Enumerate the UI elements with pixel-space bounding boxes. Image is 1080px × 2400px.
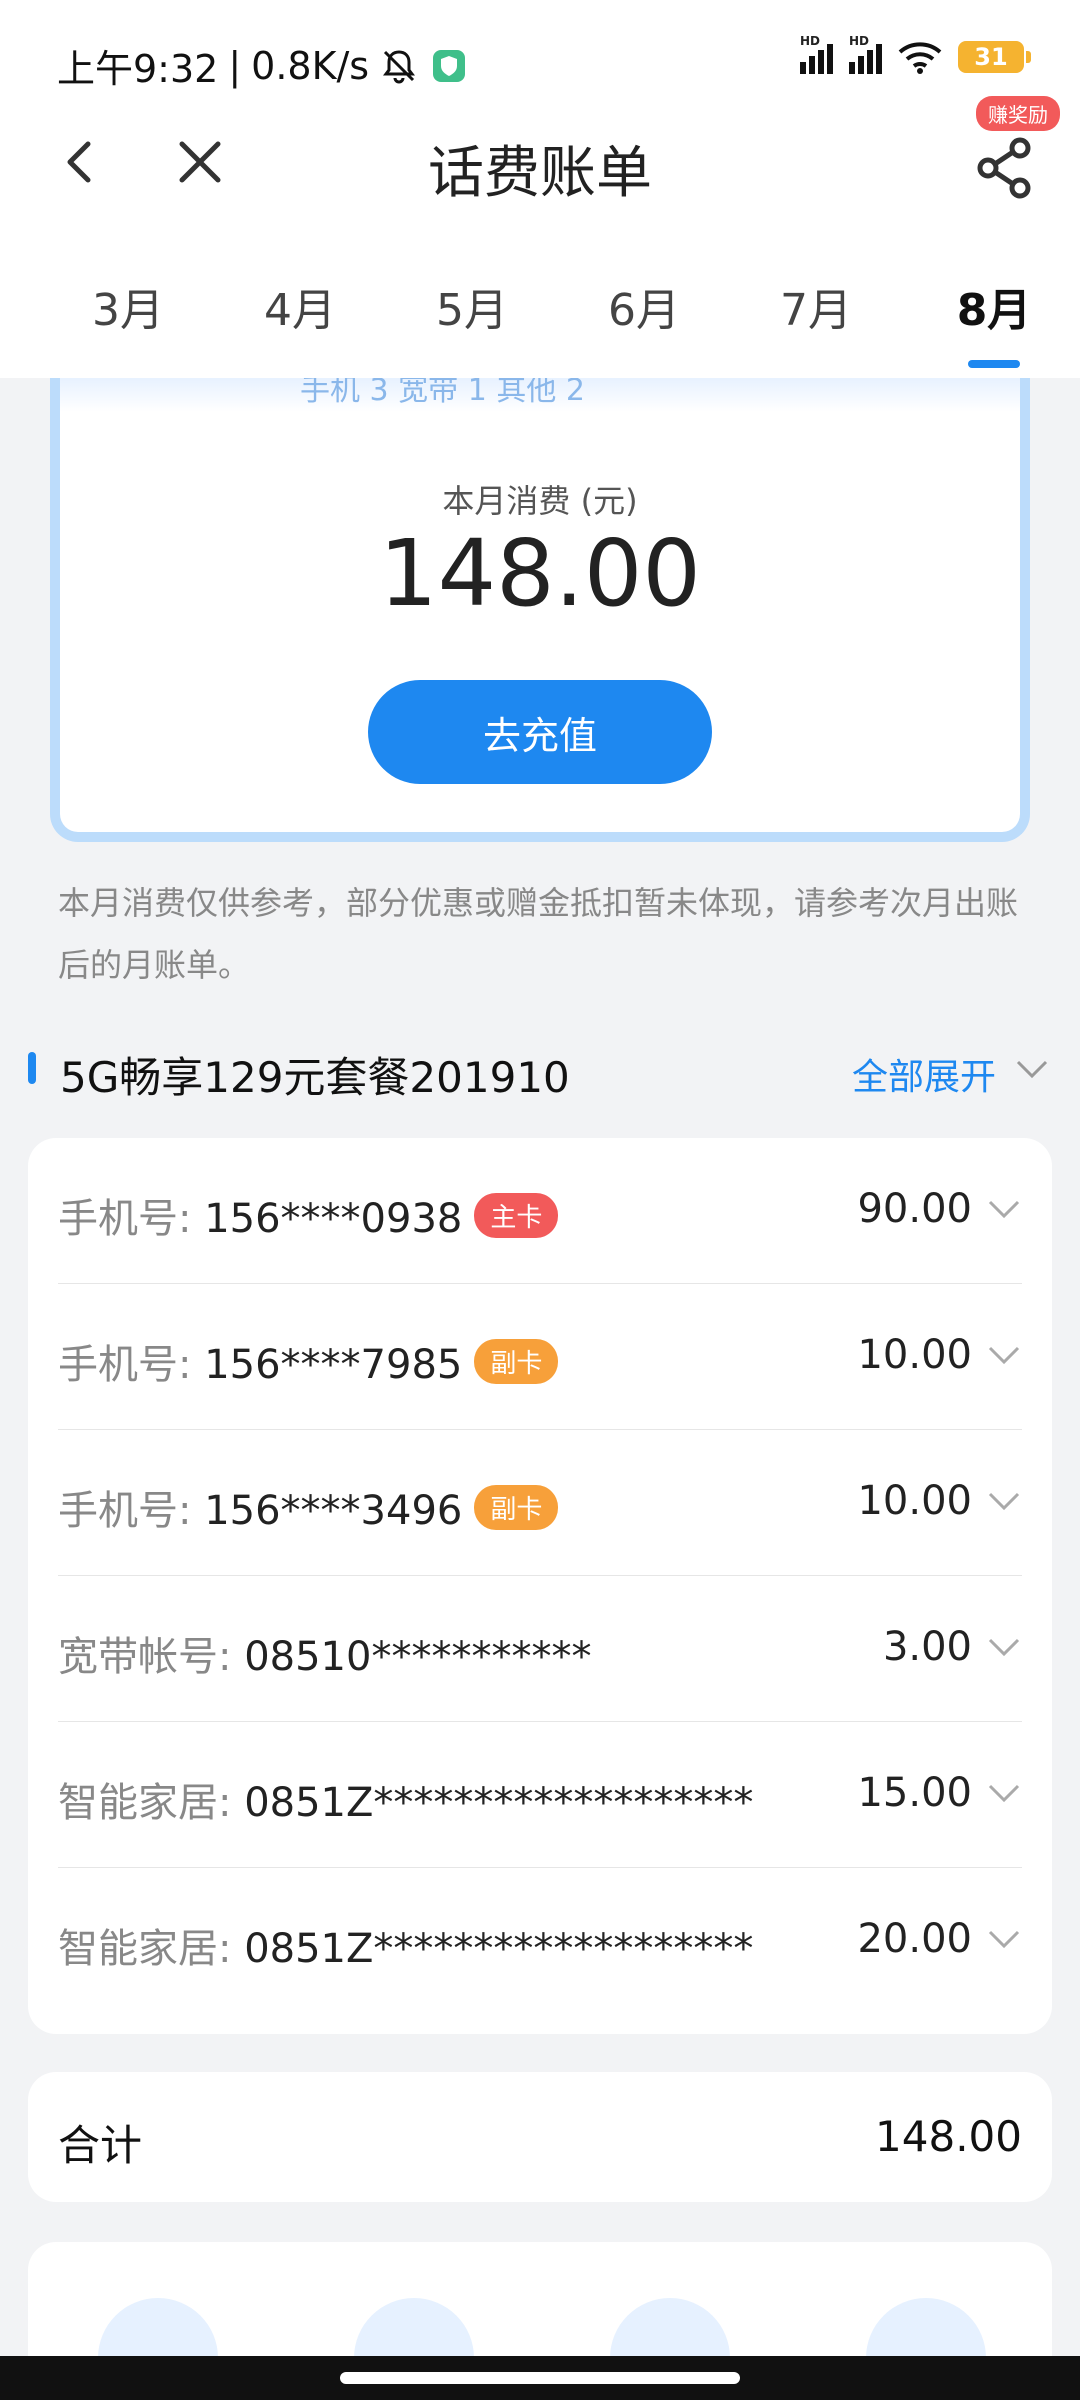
page-title: 话费账单 <box>428 141 652 206</box>
item-label: 手机号: <box>58 1488 192 1534</box>
item-amount: 90.00 <box>857 1186 972 1232</box>
network-speed: 0.8K/s <box>251 43 370 88</box>
secondary-card-badge: 副卡 <box>474 1339 559 1384</box>
item-number: 08510*********** <box>244 1634 592 1680</box>
item-amount: 10.00 <box>857 1478 972 1524</box>
signal-icon-2: HD <box>849 34 882 74</box>
plan-name: 5G畅享129元套餐201910 <box>60 1053 570 1102</box>
item-number: 156****0938 <box>204 1196 463 1242</box>
total-row: 合计 148.00 <box>28 2072 1052 2202</box>
signal-icon-1: HD <box>800 34 833 74</box>
item-label: 手机号: <box>58 1342 192 1388</box>
nav-bar: 话费账单 <box>0 110 1080 220</box>
status-divider: | <box>228 43 242 88</box>
tab-month-active[interactable]: 8月 <box>908 274 1080 368</box>
monthly-spend-amount: 148.00 <box>379 520 701 627</box>
item-number: 0851Z******************* <box>244 1926 754 1972</box>
bill-items-list: 手机号: 156****0938 主卡 90.00 手机号: 156****798… <box>28 1138 1052 2034</box>
chevron-down-icon[interactable] <box>986 1632 1022 1662</box>
bill-item-row[interactable]: 手机号: 156****3496 副卡 10.00 <box>58 1430 1022 1576</box>
item-amount: 20.00 <box>857 1916 972 1962</box>
item-amount: 15.00 <box>857 1770 972 1816</box>
tab-month[interactable]: 7月 <box>730 274 902 338</box>
monthly-spend-label: 本月消费 (元) <box>442 482 638 520</box>
tab-month[interactable]: 5月 <box>386 274 558 338</box>
item-number: 156****3496 <box>204 1488 463 1534</box>
item-label: 智能家居: <box>58 1780 232 1826</box>
chevron-down-icon[interactable] <box>986 1194 1022 1224</box>
home-indicator[interactable] <box>340 2372 740 2384</box>
shield-icon <box>433 49 466 82</box>
secondary-card-badge: 副卡 <box>474 1485 559 1530</box>
item-amount: 10.00 <box>857 1332 972 1378</box>
share-icon[interactable] <box>970 132 1040 202</box>
item-label: 宽带帐号: <box>58 1634 232 1680</box>
bill-disclaimer: 本月消费仅供参考，部分优惠或赠金抵扣暂未体现，请参考次月出账后的月账单。 <box>58 884 1019 984</box>
plan-header: 5G畅享129元套餐201910 全部展开 <box>28 1040 1052 1102</box>
recharge-button[interactable]: 去充值 <box>368 680 712 784</box>
item-number: 0851Z******************* <box>244 1780 754 1826</box>
chevron-down-icon[interactable] <box>1012 1054 1052 1086</box>
chevron-down-icon[interactable] <box>986 1924 1022 1954</box>
item-label: 手机号: <box>58 1196 192 1242</box>
bill-item-row[interactable]: 智能家居: 0851Z******************* 20.00 <box>58 1868 1022 2014</box>
tab-month[interactable]: 3月 <box>42 274 214 338</box>
total-label: 合计 <box>58 2121 143 2170</box>
month-tabs: 3月 4月 5月 6月 7月 8月 <box>0 266 1080 368</box>
expand-all-button[interactable]: 全部展开 <box>852 1048 996 1100</box>
primary-card-badge: 主卡 <box>474 1193 559 1238</box>
status-bar: 上午9:32 | 0.8K/s HD HD 31 <box>0 0 1080 120</box>
header: 上午9:32 | 0.8K/s HD HD 31 话费账单 赚奖励 3月 4月 … <box>0 0 1080 378</box>
bill-item-row[interactable]: 宽带帐号: 08510*********** 3.00 <box>58 1576 1022 1722</box>
bill-item-row[interactable]: 手机号: 156****0938 主卡 90.00 <box>58 1138 1022 1284</box>
item-number: 156****7985 <box>204 1342 463 1388</box>
battery-icon: 31 <box>958 41 1031 73</box>
reward-badge[interactable]: 赚奖励 <box>976 96 1060 131</box>
status-time: 上午9:32 <box>57 47 219 91</box>
chevron-down-icon[interactable] <box>986 1340 1022 1370</box>
item-amount: 3.00 <box>882 1624 972 1670</box>
system-navigation-bar <box>0 2356 1080 2400</box>
chevron-down-icon[interactable] <box>986 1486 1022 1516</box>
chevron-down-icon[interactable] <box>986 1778 1022 1808</box>
bill-item-row[interactable]: 智能家居: 0851Z******************* 15.00 <box>58 1722 1022 1868</box>
tab-active-label: 8月 <box>956 285 1032 336</box>
bell-off-icon <box>383 49 416 83</box>
total-amount: 148.00 <box>875 2112 1022 2161</box>
tab-month[interactable]: 4月 <box>214 274 386 338</box>
bill-item-row[interactable]: 手机号: 156****7985 副卡 10.00 <box>58 1284 1022 1430</box>
item-label: 智能家居: <box>58 1926 232 1972</box>
plan-accent-bar <box>28 1052 36 1084</box>
tab-active-indicator <box>968 360 1020 368</box>
tab-month[interactable]: 6月 <box>558 274 730 338</box>
wifi-icon <box>898 42 942 74</box>
